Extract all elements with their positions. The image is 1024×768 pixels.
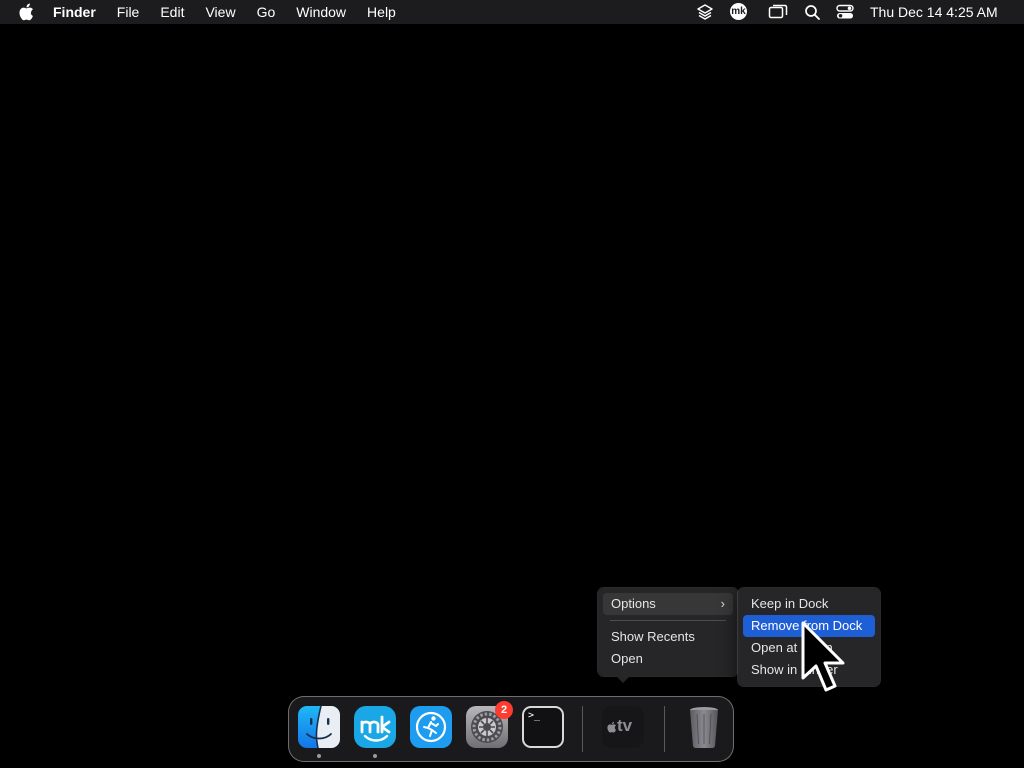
layers-icon[interactable] — [696, 4, 714, 20]
dock-item-mk-app[interactable] — [353, 705, 397, 758]
menu-item-keep-in-dock-label: Keep in Dock — [751, 596, 829, 611]
menu-help[interactable]: Help — [367, 0, 396, 24]
menu-item-open[interactable]: Open — [603, 648, 733, 670]
finder-icon — [298, 705, 340, 749]
search-icon[interactable] — [804, 4, 822, 20]
dock-item-fitness-app[interactable] — [409, 705, 453, 749]
dock-item-system-settings[interactable]: 2 — [465, 701, 513, 749]
dock-item-apple-tv[interactable]: tv — [601, 705, 645, 749]
menu-item-show-recents[interactable]: Show Recents — [603, 626, 733, 648]
fitness-app-icon — [410, 706, 452, 748]
dock: 2 >_ tv — [288, 696, 734, 762]
dock-item-finder[interactable] — [297, 705, 341, 758]
desktop: Finder File Edit View Go Window Help mk — [0, 0, 1024, 768]
running-indicator — [317, 754, 321, 758]
apple-icon[interactable] — [18, 3, 34, 21]
mk-app-icon — [354, 706, 396, 748]
menu-view[interactable]: View — [205, 0, 235, 24]
chevron-right-icon: › — [720, 596, 725, 611]
menu-separator — [610, 620, 726, 621]
menu-edit[interactable]: Edit — [160, 0, 184, 24]
menu-item-keep-in-dock[interactable]: Keep in Dock — [743, 593, 875, 615]
screen-mirror-icon[interactable] — [768, 4, 788, 20]
notification-badge: 2 — [495, 701, 513, 719]
menu-bar: Finder File Edit View Go Window Help mk — [0, 0, 1024, 24]
menubar-clock[interactable]: Thu Dec 14 4:25 AM — [870, 0, 998, 24]
dock-item-trash[interactable] — [682, 705, 726, 749]
dock-divider — [582, 706, 583, 752]
menu-item-show-recents-label: Show Recents — [611, 629, 695, 644]
mouse-cursor-icon — [801, 621, 845, 692]
dock-context-menu: Options › Show Recents Open — [598, 588, 738, 683]
running-indicator — [373, 754, 377, 758]
status-area: mk Thu Dec 14 4:25 AM — [694, 0, 1024, 24]
control-center-icon[interactable] — [836, 4, 854, 20]
mk-status-item[interactable]: mk — [730, 0, 747, 24]
dock-item-terminal[interactable]: >_ — [521, 705, 565, 749]
menu-finder[interactable]: Finder — [53, 0, 96, 24]
menu-item-open-label: Open — [611, 651, 643, 666]
trash-icon — [690, 707, 718, 749]
menu-window[interactable]: Window — [296, 0, 346, 24]
menu-file[interactable]: File — [117, 0, 140, 24]
terminal-prompt: >_ — [528, 710, 541, 721]
mk-icon: mk — [730, 3, 747, 20]
apple-tv-label: tv — [617, 716, 633, 735]
menu-item-options[interactable]: Options › — [603, 593, 733, 615]
menu-go[interactable]: Go — [257, 0, 276, 24]
dock-divider — [664, 706, 665, 752]
menu-item-options-label: Options — [611, 596, 656, 611]
